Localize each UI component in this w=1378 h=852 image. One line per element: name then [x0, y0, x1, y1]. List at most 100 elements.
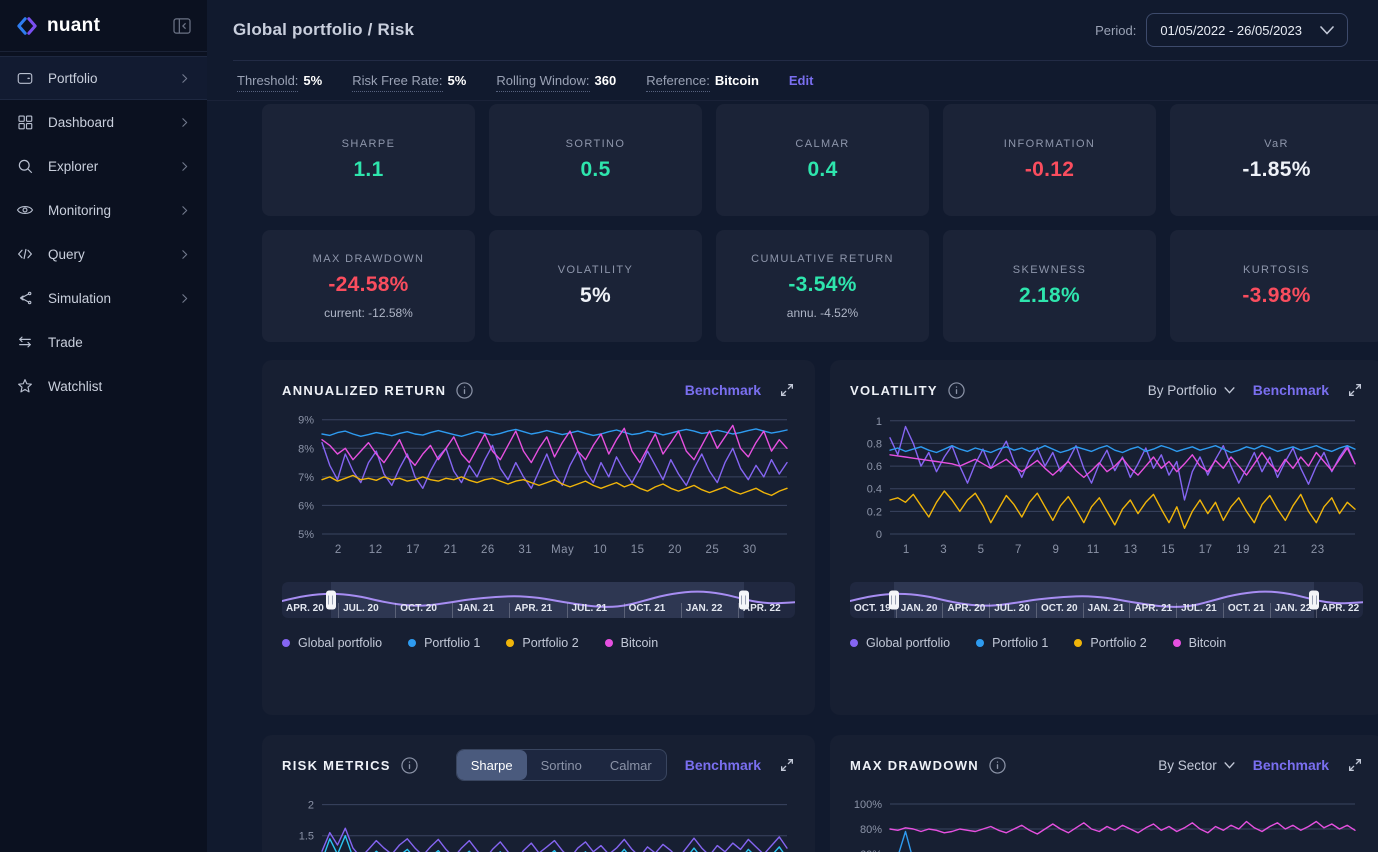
benchmark-link[interactable]: Benchmark — [685, 382, 761, 398]
legend-item-portfolio-2[interactable]: Portfolio 2 — [506, 636, 578, 650]
chevron-right-icon — [178, 248, 191, 261]
legend-item-portfolio-1[interactable]: Portfolio 1 — [408, 636, 480, 650]
sidebar-item-portfolio[interactable]: Portfolio — [0, 56, 207, 100]
benchmark-link[interactable]: Benchmark — [1253, 757, 1329, 773]
info-icon[interactable] — [456, 382, 473, 399]
volatility-chart: 10.80.60.40.201357911131517192123 — [850, 408, 1363, 560]
expand-icon[interactable] — [779, 757, 795, 773]
sidebar-item-dashboard[interactable]: Dashboard — [0, 100, 207, 144]
tab-sharpe[interactable]: Sharpe — [457, 750, 527, 780]
filter-rolling-window-: Rolling Window:360 — [496, 73, 616, 88]
legend-item-global-portfolio[interactable]: Global portfolio — [282, 636, 382, 650]
metric-value: 0.5 — [580, 158, 610, 182]
chevron-down-icon — [1224, 387, 1235, 394]
brush-tick-label: APR. 20 — [942, 603, 989, 618]
info-icon[interactable] — [989, 757, 1006, 774]
nuant-logo-icon — [16, 16, 38, 36]
volatility-card: VOLATILITY By Portfolio Benchmark — [830, 360, 1378, 715]
metric-sub-value: annu. -4.52% — [787, 306, 858, 320]
svg-text:0.8: 0.8 — [867, 438, 882, 450]
metric-label: SHARPE — [342, 138, 396, 150]
svg-text:6%: 6% — [298, 500, 314, 512]
metric-label: SKEWNESS — [1013, 264, 1087, 276]
brush-tick-label: APR. 21 — [1129, 603, 1176, 618]
code-icon — [16, 245, 34, 263]
svg-text:2: 2 — [335, 544, 342, 556]
svg-text:21: 21 — [1274, 544, 1288, 556]
legend-item-portfolio-1[interactable]: Portfolio 1 — [976, 636, 1048, 650]
legend-item-portfolio-2[interactable]: Portfolio 2 — [1074, 636, 1146, 650]
brush-tick-label: APR. 21 — [509, 603, 566, 618]
period-dropdown[interactable]: 01/05/2022 - 26/05/2023 — [1146, 13, 1348, 47]
star-icon — [16, 377, 34, 395]
group-by-dropdown[interactable]: By Sector — [1158, 758, 1235, 773]
sidebar-item-query[interactable]: Query — [0, 232, 207, 276]
svg-text:17: 17 — [1199, 544, 1213, 556]
brush-handle-right[interactable] — [1309, 591, 1319, 610]
brush-tick-label: JUL. 21 — [1176, 603, 1223, 618]
benchmark-link[interactable]: Benchmark — [685, 757, 761, 773]
legend-dot — [976, 639, 984, 647]
svg-text:5: 5 — [978, 544, 985, 556]
info-icon[interactable] — [948, 382, 965, 399]
expand-icon[interactable] — [779, 382, 795, 398]
legend-dot — [282, 639, 290, 647]
branch-icon — [16, 289, 34, 307]
svg-text:17: 17 — [406, 544, 420, 556]
expand-icon[interactable] — [1347, 382, 1363, 398]
chevron-right-icon — [178, 292, 191, 305]
metric-card-calmar: CALMAR0.4 — [716, 104, 929, 216]
benchmark-link[interactable]: Benchmark — [1253, 382, 1329, 398]
sidebar-item-monitoring[interactable]: Monitoring — [0, 188, 207, 232]
svg-text:23: 23 — [1311, 544, 1325, 556]
info-icon[interactable] — [401, 757, 418, 774]
metric-value: 5% — [580, 284, 611, 308]
metric-card-cumulative-return: CUMULATIVE RETURN-3.54%annu. -4.52% — [716, 230, 929, 342]
tab-calmar[interactable]: Calmar — [596, 750, 666, 780]
risk-metrics-chart: 21.510.50 — [282, 783, 795, 852]
legend-dot — [506, 639, 514, 647]
brush-tick-label: OCT. 21 — [624, 603, 681, 618]
metric-card-sortino: SORTINO0.5 — [489, 104, 702, 216]
sidebar-item-simulation[interactable]: Simulation — [0, 276, 207, 320]
logo-row: nuant — [0, 0, 207, 52]
brush-tick-label: APR. 22 — [1316, 603, 1363, 618]
expand-icon[interactable] — [1347, 757, 1363, 773]
svg-text:20: 20 — [668, 544, 682, 556]
metric-value: 0.4 — [807, 158, 837, 182]
brush-tick-label: JAN. 22 — [681, 603, 738, 618]
legend-item-global-portfolio[interactable]: Global portfolio — [850, 636, 950, 650]
sidebar-item-label: Query — [48, 247, 85, 262]
edit-link[interactable]: Edit — [789, 73, 814, 88]
legend-dot — [1074, 639, 1082, 647]
metric-value: -24.58% — [328, 273, 408, 297]
sidebar-collapse-icon[interactable] — [173, 18, 191, 34]
brush-handle-left[interactable] — [326, 591, 336, 610]
tab-sortino[interactable]: Sortino — [527, 750, 596, 780]
time-range-brush[interactable]: OCT. 19JAN. 20APR. 20JUL. 20OCT. 20JAN. … — [850, 582, 1363, 618]
sidebar-item-label: Trade — [48, 335, 83, 350]
metric-card-kurtosis: KURTOSIS-3.98% — [1170, 230, 1378, 342]
metric-value: -1.85% — [1242, 158, 1310, 182]
sidebar-item-watchlist[interactable]: Watchlist — [0, 364, 207, 408]
metric-label: VOLATILITY — [558, 264, 634, 276]
brush-tick-label: JUL. 20 — [338, 603, 395, 618]
sidebar-item-label: Simulation — [48, 291, 111, 306]
legend-item-bitcoin[interactable]: Bitcoin — [605, 636, 659, 650]
svg-text:0: 0 — [876, 529, 882, 541]
filter-threshold-: Threshold:5% — [237, 73, 322, 88]
metric-label: VaR — [1264, 138, 1289, 150]
time-range-brush[interactable]: APR. 20JUL. 20OCT. 20JAN. 21APR. 21JUL. … — [282, 582, 795, 618]
sidebar-item-explorer[interactable]: Explorer — [0, 144, 207, 188]
filter-reference-: Reference:Bitcoin — [646, 73, 759, 88]
max-drawdown-chart: 100%80%60%40%20%0% — [850, 783, 1363, 852]
group-by-dropdown[interactable]: By Portfolio — [1148, 383, 1235, 398]
brush-labels: OCT. 19JAN. 20APR. 20JUL. 20OCT. 20JAN. … — [850, 582, 1363, 618]
risk-metrics-card: RISK METRICS SharpeSortinoCalmar Benchma… — [262, 735, 815, 852]
page-title: Global portfolio / Risk — [233, 20, 414, 40]
legend-item-bitcoin[interactable]: Bitcoin — [1173, 636, 1227, 650]
svg-text:2: 2 — [308, 800, 314, 812]
sidebar-item-trade[interactable]: Trade — [0, 320, 207, 364]
brush-handle-left[interactable] — [889, 591, 899, 610]
brush-handle-right[interactable] — [739, 591, 749, 610]
